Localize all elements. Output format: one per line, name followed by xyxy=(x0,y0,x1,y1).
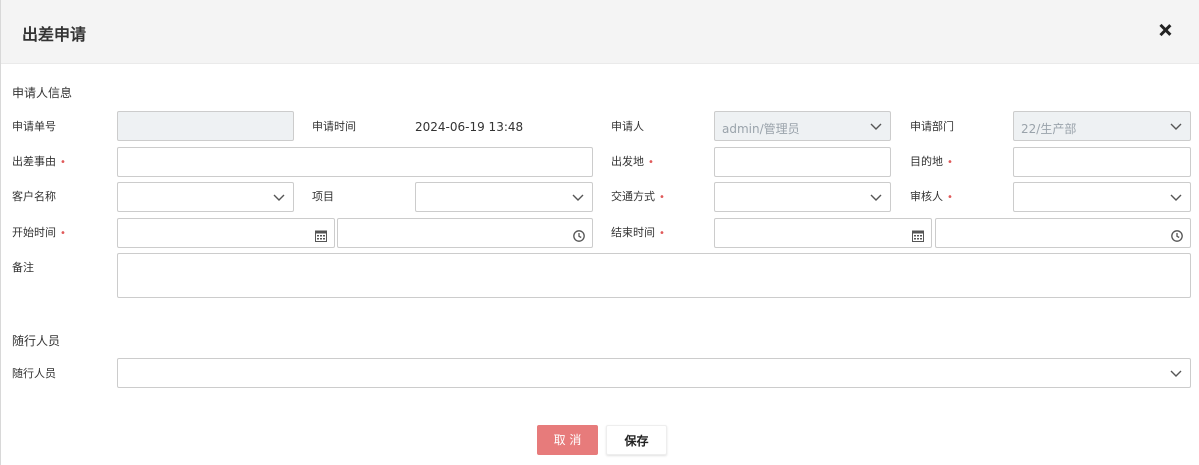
business-trip-dialog: 出差申请 申请人信息 申请单号 申请时间 2024-06-19 13:48 申请… xyxy=(0,0,1199,465)
reason-label: 出差事由 • xyxy=(12,155,66,168)
companions-select[interactable] xyxy=(117,358,1191,388)
chevron-down-icon xyxy=(1170,121,1182,131)
reason-input[interactable] xyxy=(117,147,593,177)
apply-time-value: 2024-06-19 13:48 xyxy=(415,120,524,134)
start-date-input[interactable] xyxy=(117,218,335,248)
departure-label: 出发地 • xyxy=(611,155,654,168)
transport-select[interactable] xyxy=(714,182,891,212)
remark-label: 备注 xyxy=(12,261,34,274)
cancel-button[interactable]: 取 消 xyxy=(537,425,598,455)
chevron-down-icon xyxy=(870,121,882,131)
clock-icon[interactable] xyxy=(1171,227,1183,242)
applicant-section-title: 申请人信息 xyxy=(12,86,73,100)
end-date-input[interactable] xyxy=(714,218,932,248)
apply-no-label: 申请单号 xyxy=(12,120,56,133)
destination-label: 目的地 • xyxy=(910,155,953,168)
dialog-title: 出差申请 xyxy=(22,25,87,44)
department-value: 22/生产部 xyxy=(1021,122,1077,136)
calendar-icon[interactable] xyxy=(315,227,327,242)
chevron-down-icon xyxy=(870,192,882,202)
department-label: 申请部门 xyxy=(910,120,954,133)
chevron-down-icon xyxy=(273,192,285,202)
end-time-input[interactable] xyxy=(935,218,1191,248)
applicant-value: admin/管理员 xyxy=(722,122,800,136)
companions-label: 随行人员 xyxy=(12,367,56,380)
save-button[interactable]: 保存 xyxy=(606,425,667,455)
destination-input[interactable] xyxy=(1013,147,1191,177)
apply-no-input[interactable] xyxy=(117,111,294,141)
calendar-icon[interactable] xyxy=(912,227,924,242)
project-label: 项目 xyxy=(312,190,334,203)
close-icon[interactable] xyxy=(1156,22,1174,40)
start-time-input[interactable] xyxy=(337,218,593,248)
chevron-down-icon xyxy=(572,192,584,202)
customer-label: 客户名称 xyxy=(12,190,56,203)
project-select[interactable] xyxy=(415,182,593,212)
departure-input[interactable] xyxy=(714,147,891,177)
reviewer-select[interactable] xyxy=(1013,182,1191,212)
clock-icon[interactable] xyxy=(573,227,585,242)
reviewer-label: 审核人 • xyxy=(910,190,953,203)
dialog-header: 出差申请 xyxy=(1,0,1199,64)
applicant-label: 申请人 xyxy=(611,120,644,133)
customer-select[interactable] xyxy=(117,182,294,212)
department-select[interactable]: 22/生产部 xyxy=(1013,111,1191,141)
companion-section-title: 随行人员 xyxy=(12,334,61,348)
chevron-down-icon xyxy=(1170,192,1182,202)
transport-label: 交通方式 • xyxy=(611,190,665,203)
chevron-down-icon xyxy=(1170,368,1182,378)
apply-time-label: 申请时间 xyxy=(312,120,356,133)
remark-textarea[interactable] xyxy=(117,253,1191,298)
applicant-select[interactable]: admin/管理员 xyxy=(714,111,891,141)
end-time-label: 结束时间 • xyxy=(611,226,665,239)
start-time-label: 开始时间 • xyxy=(12,226,66,239)
